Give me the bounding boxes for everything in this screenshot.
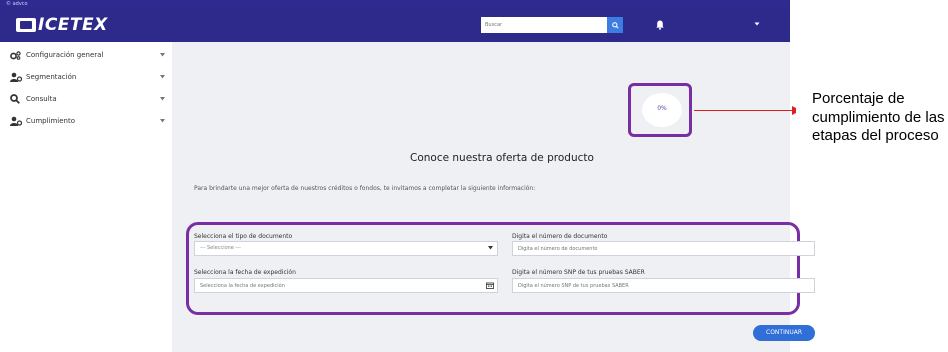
users-cog-icon bbox=[10, 116, 22, 126]
search-icon bbox=[611, 21, 619, 29]
search-bar bbox=[481, 17, 623, 33]
annotation-text: Porcentaje de cumplimiento de las etapas… bbox=[812, 90, 945, 144]
continue-button[interactable]: CONTINUAR bbox=[753, 325, 815, 341]
gears-icon bbox=[10, 50, 22, 60]
doc-number-input[interactable] bbox=[512, 241, 815, 256]
top-strip: © advco bbox=[0, 0, 790, 8]
snp-label: Digita el número SNP de tus pruebas SABE… bbox=[512, 269, 645, 276]
top-strip-caption: © advco bbox=[6, 1, 28, 7]
intro-text: Para brindarte una mejor oferta de nuest… bbox=[194, 185, 536, 192]
logo-mark bbox=[16, 18, 36, 32]
issue-date-input[interactable] bbox=[194, 278, 498, 293]
progress-percentage: 0% bbox=[657, 105, 667, 112]
page-title: Conoce nuestra oferta de producto bbox=[410, 152, 594, 164]
sidebar-item-label: Segmentación bbox=[26, 73, 77, 81]
doc-type-label: Selecciona el tipo de documento bbox=[194, 233, 293, 240]
doc-type-select[interactable]: --- Seleccione --- bbox=[194, 241, 498, 256]
sidebar-item-consulta[interactable]: Consulta bbox=[0, 88, 172, 110]
chevron-down-icon bbox=[160, 97, 165, 101]
sidebar-item-segmentacion[interactable]: Segmentación bbox=[0, 66, 172, 88]
search-button[interactable] bbox=[607, 17, 623, 33]
sidebar-item-label: Consulta bbox=[26, 95, 57, 103]
navbar: ICETEX bbox=[0, 8, 790, 42]
sidebar-item-label: Cumplimiento bbox=[26, 117, 76, 125]
logo-text: ICETEX bbox=[38, 15, 108, 35]
annotation-arrow bbox=[694, 110, 794, 111]
doc-number-label: Digita el número de documento bbox=[512, 233, 608, 240]
logo[interactable]: ICETEX bbox=[16, 15, 108, 35]
annotation-panel: Porcentaje de cumplimiento de las etapas… bbox=[796, 0, 948, 352]
chevron-down-icon bbox=[488, 246, 493, 250]
issue-date-label: Selecciona la fecha de expedición bbox=[194, 269, 296, 276]
sidebar-item-configuracion[interactable]: Configuración general bbox=[0, 44, 172, 66]
search-input[interactable] bbox=[481, 17, 607, 33]
chevron-down-icon bbox=[160, 53, 165, 57]
search-icon bbox=[10, 94, 22, 104]
chevron-down-icon[interactable] bbox=[754, 21, 760, 27]
sidebar: Configuración general Segmentación Consu… bbox=[0, 42, 172, 352]
sidebar-item-cumplimiento[interactable]: Cumplimiento bbox=[0, 110, 172, 132]
chevron-down-icon bbox=[160, 119, 165, 123]
users-cog-icon bbox=[10, 72, 22, 82]
doc-type-value: --- Seleccione --- bbox=[200, 245, 241, 251]
bell-icon[interactable] bbox=[656, 20, 664, 30]
calendar-icon[interactable] bbox=[486, 282, 494, 289]
snp-input[interactable] bbox=[512, 278, 815, 293]
chevron-down-icon bbox=[160, 75, 165, 79]
sidebar-item-label: Configuración general bbox=[26, 51, 104, 59]
